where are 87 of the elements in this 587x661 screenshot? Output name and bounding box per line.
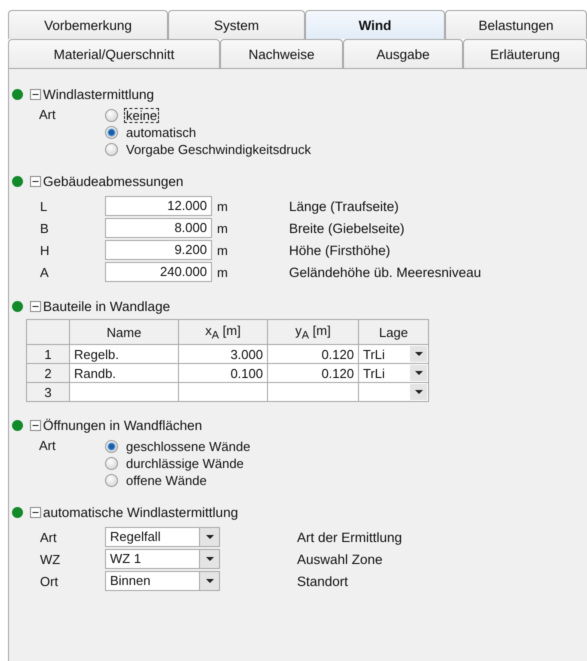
collapse-icon[interactable]: [30, 88, 41, 100]
row-number: 2: [26, 364, 70, 382]
field-description: Art der Ermittlung: [297, 530, 402, 544]
section-title: automatische Windlastermittlung: [43, 504, 238, 520]
radio-button[interactable]: [105, 126, 118, 139]
field-label: Art: [39, 438, 57, 455]
input-field[interactable]: 8.000: [105, 218, 212, 238]
tab[interactable]: Erläuterung: [463, 39, 587, 68]
radio-button[interactable]: [105, 457, 118, 470]
field-label: L: [40, 198, 48, 214]
column-header: y$_{A}$ [m]: [268, 320, 358, 344]
unit-label: m: [216, 264, 229, 280]
unit-label: m: [216, 242, 229, 258]
radio-button[interactable]: [105, 109, 118, 122]
status-dot-icon: [12, 420, 23, 430]
status-dot-icon: [12, 88, 23, 100]
field-description: Länge (Traufseite): [289, 198, 399, 214]
field-description: Geländehöhe üb. Meeresniveau: [289, 264, 482, 280]
tab[interactable]: Vorbemerkung: [8, 10, 168, 39]
radio-button[interactable]: [105, 440, 118, 453]
table-cell[interactable]: 3.000: [178, 344, 268, 364]
caret-icon: [206, 579, 214, 583]
unit-label: m: [216, 198, 229, 214]
radio-button[interactable]: [105, 143, 118, 156]
field-label: Ort: [40, 574, 60, 588]
radio-label[interactable]: automatisch: [124, 125, 198, 140]
table-cell[interactable]: 0.120: [268, 364, 358, 382]
field-label: WZ: [40, 552, 62, 566]
table-cell[interactable]: 0.120: [268, 344, 358, 364]
section-title: Bauteile in Wandlage: [43, 298, 170, 314]
section-title: Windlastermittlung: [43, 86, 154, 102]
dropdown-button[interactable]: [410, 384, 427, 400]
column-header: x$_{A}$ [m]: [178, 320, 268, 344]
caret-icon: [414, 352, 422, 356]
collapse-icon[interactable]: [30, 420, 41, 430]
input-field[interactable]: 9.200: [105, 240, 212, 260]
radio-label[interactable]: keine: [124, 108, 160, 123]
field-label: Art: [39, 107, 57, 124]
section-title: Gebäudeabmessungen: [43, 174, 184, 188]
status-dot-icon: [12, 506, 23, 518]
caret-icon: [206, 557, 214, 561]
field-label: B: [40, 220, 50, 236]
field-label: H: [40, 242, 50, 258]
dropdown-button[interactable]: [410, 365, 427, 381]
tab[interactable]: Material/Querschnitt: [8, 39, 220, 68]
dropdown-button[interactable]: [410, 346, 427, 362]
caret-icon: [206, 535, 214, 539]
input-field[interactable]: 12.000: [105, 196, 212, 216]
table-cell[interactable]: Regelb.: [70, 344, 178, 364]
dropdown-field[interactable]: Binnen: [105, 571, 220, 591]
field-description: Breite (Giebelseite): [289, 220, 405, 236]
table-cell[interactable]: Randb.: [70, 364, 178, 382]
field-description: Höhe (Firsthöhe): [289, 242, 390, 258]
radio-label[interactable]: offene Wände: [124, 473, 209, 488]
row-number: 1: [26, 344, 70, 364]
collapse-icon[interactable]: [30, 300, 41, 312]
field-description: Standort: [297, 574, 348, 588]
unit-label: m: [216, 220, 229, 236]
dropdown-field[interactable]: Regelfall: [105, 527, 220, 547]
section-title: Öffnungen in Wandflächen: [43, 418, 202, 432]
field-label: Art: [40, 530, 58, 544]
tab[interactable]: Belastungen: [445, 10, 587, 39]
status-dot-icon: [12, 176, 23, 186]
tab[interactable]: Nachweise: [220, 39, 343, 68]
table-cell[interactable]: [70, 382, 178, 402]
table-cell[interactable]: [268, 382, 358, 402]
dropdown-field[interactable]: WZ 1: [105, 549, 220, 569]
field-description: Auswahl Zone: [297, 552, 383, 566]
table-cell[interactable]: 0.100: [178, 364, 268, 382]
caret-icon: [414, 390, 422, 394]
field-label: A: [40, 264, 50, 280]
input-field[interactable]: 240.000: [105, 262, 212, 282]
table-cell[interactable]: [178, 382, 268, 402]
status-dot-icon: [12, 300, 23, 312]
tab[interactable]: System: [168, 10, 305, 39]
collapse-icon[interactable]: [30, 176, 41, 186]
caret-icon: [414, 371, 422, 375]
radio-label[interactable]: durchlässige Wände: [124, 456, 246, 471]
column-header: Lage: [358, 320, 428, 344]
collapse-icon[interactable]: [30, 506, 41, 518]
radio-button[interactable]: [105, 474, 118, 487]
tab[interactable]: Ausgabe: [343, 39, 463, 68]
tab[interactable]: Wind: [305, 10, 445, 39]
column-header: Name: [70, 320, 178, 344]
radio-label[interactable]: geschlossene Wände: [124, 439, 252, 454]
row-number: 3: [26, 382, 70, 402]
radio-label[interactable]: Vorgabe Geschwindigkeitsdruck: [124, 142, 313, 157]
